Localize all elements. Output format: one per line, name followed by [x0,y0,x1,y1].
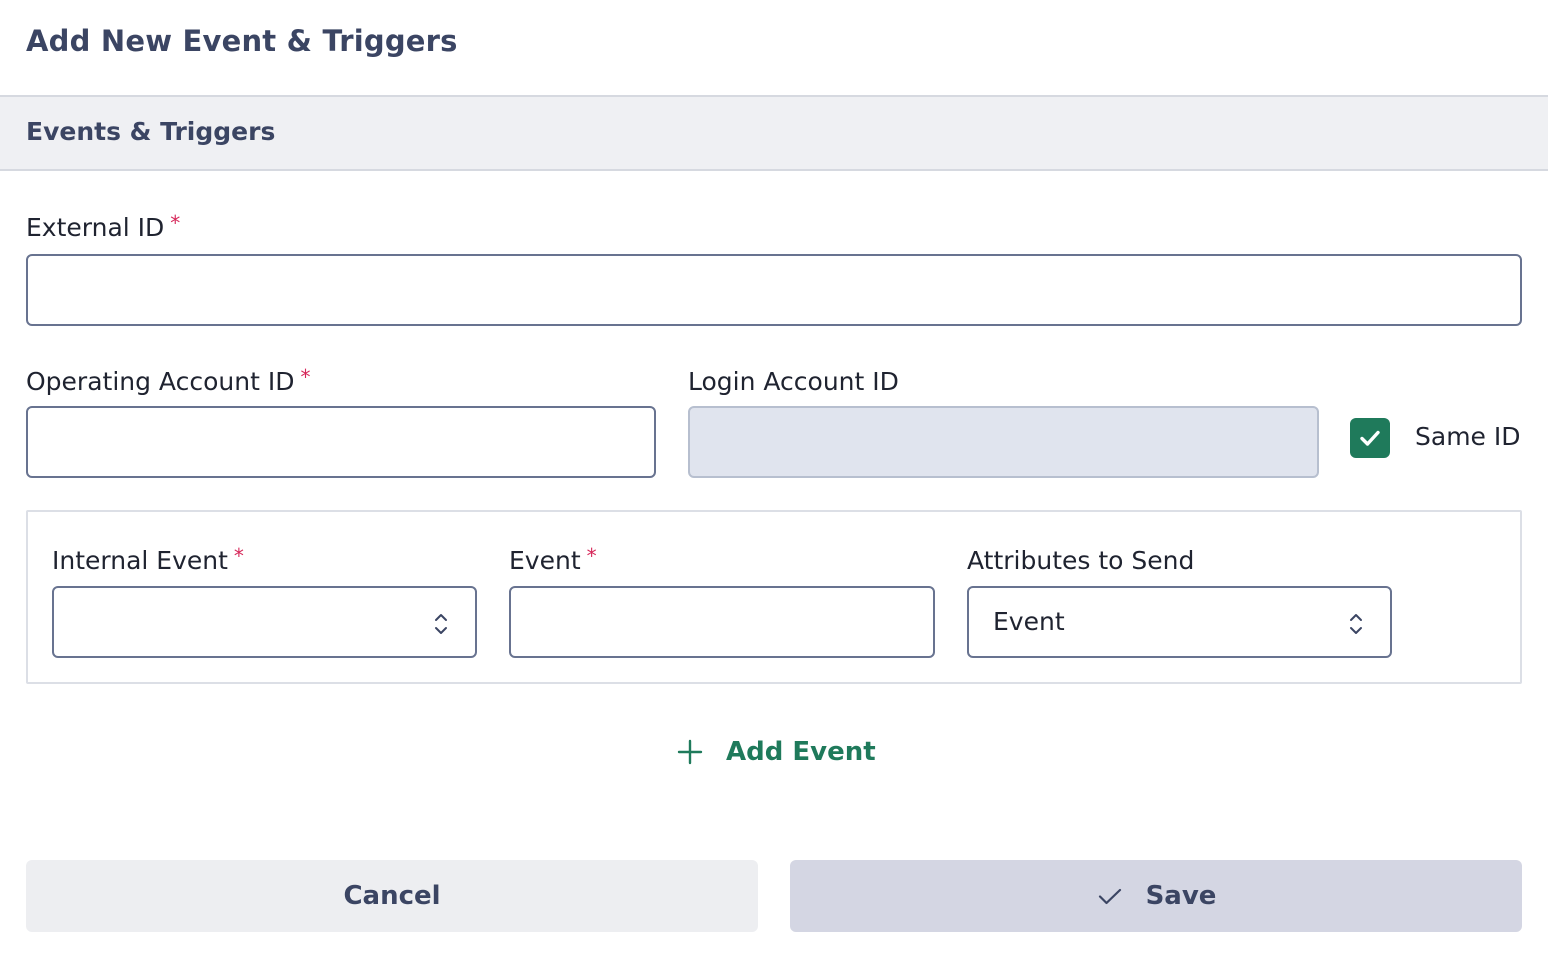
required-mark: * [170,211,181,235]
internal-event-label-text: Internal Event [52,546,228,575]
required-mark: * [586,544,597,568]
chevron-up-down-icon [435,614,447,634]
internal-event-label: Internal Event * [52,544,244,575]
check-icon [1360,430,1380,446]
internal-event-select[interactable] [52,586,477,658]
operating-account-id-label-text: Operating Account ID [26,367,295,396]
login-account-id-label: Login Account ID [688,367,899,396]
section-header: Events & Triggers [0,95,1548,171]
required-mark: * [233,544,244,568]
save-button[interactable]: Save [790,860,1522,932]
event-label-text: Event [509,546,581,575]
plus-icon [677,739,703,765]
external-id-label: External ID * [26,211,181,242]
attributes-to-send-selected-value: Event [993,607,1065,636]
section-title: Events & Triggers [26,117,276,146]
event-label: Event * [509,544,597,575]
attributes-to-send-select[interactable]: Event [967,586,1392,658]
operating-account-id-label: Operating Account ID * [26,365,311,396]
attributes-to-send-label: Attributes to Send [967,546,1195,575]
cancel-button[interactable]: Cancel [26,860,758,932]
add-event-button[interactable]: Add Event [676,732,876,772]
required-mark: * [300,365,311,389]
add-event-label: Add Event [726,737,876,767]
modal-title: Add New Event & Triggers [26,24,458,58]
external-id-label-text: External ID [26,213,165,242]
chevron-up-down-icon [1350,614,1362,634]
event-input[interactable] [509,586,935,658]
login-account-id-input [688,406,1319,478]
check-icon [1098,888,1121,905]
save-button-label: Save [1145,881,1217,911]
same-id-checkbox[interactable] [1350,418,1390,458]
same-id-label: Same ID [1415,422,1521,451]
external-id-input[interactable] [26,254,1522,326]
operating-account-id-input[interactable] [26,406,656,478]
cancel-button-label: Cancel [343,881,441,911]
